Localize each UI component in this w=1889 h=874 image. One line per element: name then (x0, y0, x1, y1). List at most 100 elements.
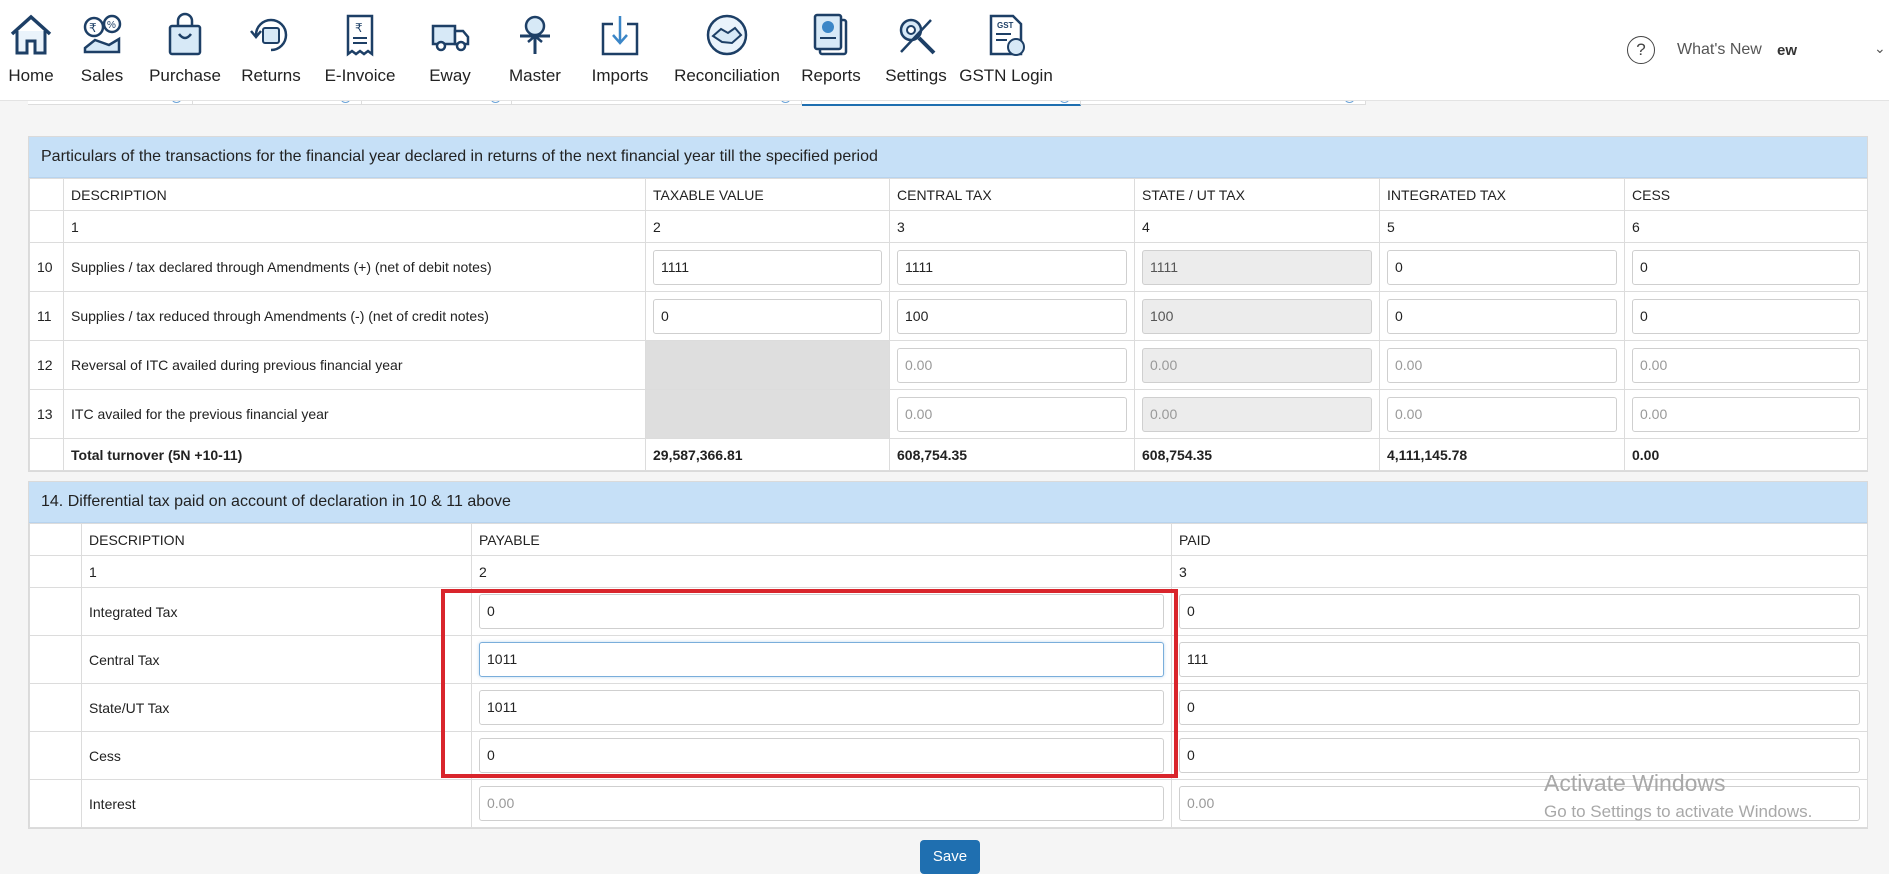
table-cell: 100 (889, 291, 1135, 341)
table-header-cell (29, 523, 82, 556)
table-cell (29, 731, 82, 780)
integrated-tax-payable-input[interactable]: 0 (479, 594, 1164, 629)
cess-input[interactable]: 0 (1632, 298, 1860, 334)
table-cell: 0.00 (471, 779, 1172, 828)
table-cell (29, 587, 82, 636)
table-cell (29, 683, 82, 732)
integrated-tax-paid-input[interactable]: 0 (1179, 594, 1860, 629)
central-tax-payable-input[interactable]: 1011 (479, 642, 1164, 677)
state-tax-input: 0.00 (1142, 347, 1372, 383)
table-header-cell: TAXABLE VALUE (645, 178, 890, 211)
nav-master[interactable]: Master (494, 0, 576, 100)
integrated-tax-input[interactable]: 0.00 (1387, 347, 1617, 383)
table-cell: 1011 (471, 635, 1172, 684)
table-cell: 0 (1171, 683, 1868, 732)
nav-label: Sales (80, 66, 124, 85)
cess-payable-input[interactable]: 0 (479, 738, 1164, 773)
table-header-cell: CESS (1624, 178, 1868, 211)
nav-eway[interactable]: Eway (406, 0, 494, 100)
nav-label: Settings (885, 66, 947, 85)
table-header-cell: PAYABLE (471, 523, 1172, 556)
nav-settings[interactable]: Settings (872, 0, 960, 100)
shopping-bag-icon (168, 12, 202, 56)
cess-input[interactable]: 0.00 (1632, 347, 1860, 383)
central-tax-input[interactable]: 1111 (897, 249, 1127, 285)
sales-icon: ₹ % (83, 14, 122, 54)
row-description: Interest (81, 779, 472, 828)
save-button[interactable]: Save (920, 840, 980, 874)
row-description: Reversal of ITC availed during previous … (63, 340, 646, 390)
nav-label: Purchase (149, 66, 221, 85)
nav-label: Imports (591, 66, 649, 85)
central-tax-input[interactable]: 0.00 (897, 396, 1127, 432)
transactions-panel: Particulars of the transactions for the … (28, 136, 1868, 472)
nav-reconciliation[interactable]: Reconciliation (664, 0, 790, 100)
row-description: Supplies / tax reduced through Amendment… (63, 291, 646, 341)
total-central-tax: 608,754.35 (889, 438, 1135, 471)
interest-payable-input[interactable]: 0.00 (479, 786, 1164, 821)
table-cell: 1111 (645, 242, 890, 292)
row-number: 12 (29, 340, 64, 390)
nav-reports[interactable]: Reports (790, 0, 872, 100)
nav-gstn-login[interactable]: GST GSTN Login (959, 0, 1053, 100)
help-icon[interactable]: ? (1627, 36, 1655, 64)
table-header-row: DESCRIPTION PAYABLE PAID (29, 523, 1868, 556)
central-tax-input[interactable]: 0.00 (897, 347, 1127, 383)
central-tax-paid-input[interactable]: 111 (1179, 642, 1860, 677)
table-cell: 1111 (1134, 242, 1380, 292)
cess-input[interactable]: 0.00 (1632, 396, 1860, 432)
table-cell: 6 (1624, 210, 1868, 243)
nav-home[interactable]: Home (0, 0, 62, 100)
table-cell: 2 (645, 210, 890, 243)
truck-icon (431, 24, 470, 52)
row-number: 11 (29, 291, 64, 341)
nav-returns[interactable]: Returns (228, 0, 314, 100)
section-title: 14. Differential tax paid on account of … (29, 482, 1867, 523)
user-name[interactable]: ew (1777, 42, 1797, 59)
total-cess: 0.00 (1624, 438, 1868, 471)
activation-watermark-subtitle: Go to Settings to activate Windows. (1544, 802, 1813, 821)
nav-label: Reconciliation (674, 66, 780, 85)
nav-sales[interactable]: ₹ % Sales (62, 0, 142, 100)
cess-paid-input[interactable]: 0 (1179, 738, 1860, 773)
nav-purchase[interactable]: Purchase (142, 0, 228, 100)
nav-label: GSTN Login (959, 66, 1053, 85)
state-tax-payable-input[interactable]: 1011 (479, 690, 1164, 725)
row-description: Central Tax (81, 635, 472, 684)
state-tax-input: 0.00 (1142, 396, 1372, 432)
returns-icon (250, 18, 288, 52)
total-label: Total turnover (5N +10-11) (63, 438, 646, 471)
cess-input[interactable]: 0 (1632, 249, 1860, 285)
table-header-cell: STATE / UT TAX (1134, 178, 1380, 211)
home-icon (10, 14, 52, 55)
row-number: 13 (29, 389, 64, 439)
table-cell (29, 210, 64, 243)
table-cell: 3 (1171, 555, 1868, 588)
chevron-down-icon[interactable]: ⌄ (1874, 40, 1886, 57)
table-cell: 0.00 (889, 340, 1135, 390)
table-cell: 0.00 (1134, 340, 1380, 390)
table-cell: 1 (63, 210, 646, 243)
state-tax-paid-input[interactable]: 0 (1179, 690, 1860, 725)
taxable-value-input[interactable]: 1111 (653, 249, 882, 285)
svg-text:₹: ₹ (355, 21, 363, 35)
row-number: 10 (29, 242, 64, 292)
table-cell: 0 (1379, 291, 1625, 341)
table-cell: 0 (1171, 731, 1868, 780)
integrated-tax-input[interactable]: 0 (1387, 298, 1617, 334)
row-description: Integrated Tax (81, 587, 472, 636)
integrated-tax-input[interactable]: 0 (1387, 249, 1617, 285)
table-row: 10 Supplies / tax declared through Amend… (29, 242, 1868, 292)
table-cell: 0.00 (1379, 340, 1625, 390)
handshake-icon (706, 14, 748, 56)
taxable-value-input[interactable]: 0 (653, 298, 882, 334)
nav-e-invoice[interactable]: ₹ E-Invoice (314, 0, 406, 100)
whats-new-link[interactable]: What's New (1677, 41, 1762, 59)
total-taxable-value: 29,587,366.81 (645, 438, 890, 471)
central-tax-input[interactable]: 100 (897, 298, 1127, 334)
gst-document-icon: GST (989, 14, 1025, 56)
row-description: Cess (81, 731, 472, 780)
integrated-tax-input[interactable]: 0.00 (1387, 396, 1617, 432)
nav-imports[interactable]: Imports (576, 0, 664, 100)
section-title: Particulars of the transactions for the … (29, 137, 1867, 178)
